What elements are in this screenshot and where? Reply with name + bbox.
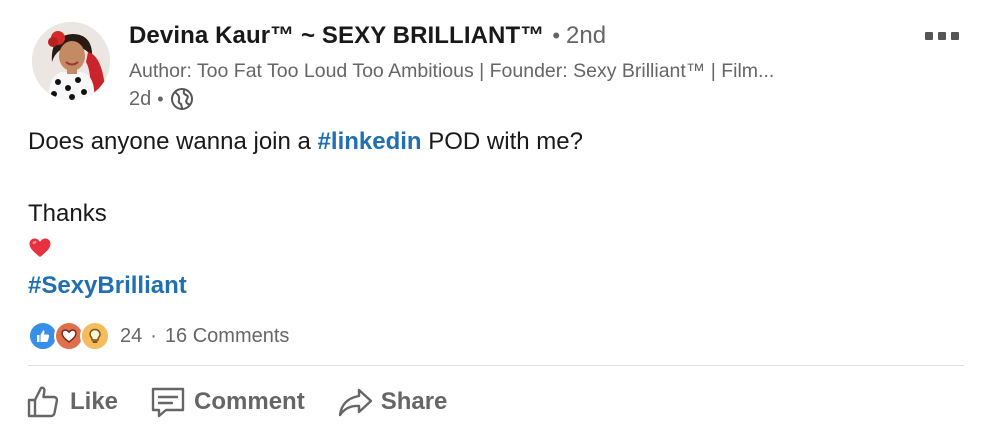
share-label: Share [380,388,448,415]
author-name[interactable]: Devina Kaur™ ~ SEXY BRILLIANT™ [129,22,544,50]
social-counts: 24 · 16 Comments [28,320,289,352]
insightful-reaction-icon [80,321,110,351]
like-label: Like [70,388,119,415]
author-headline: Author: Too Fat Too Loud Too Ambitious |… [129,60,775,82]
reaction-count[interactable]: 24 [120,325,142,348]
body-text-suffix: POD with me? [421,128,583,155]
hashtag-linkedin[interactable]: #linkedin [318,128,422,155]
body-blank-line [28,160,958,196]
connection-degree: 2nd [566,22,607,49]
feed-post: Devina Kaur™ ~ SEXY BRILLIANT™ • 2nd Aut… [0,0,990,436]
author-avatar[interactable] [32,22,110,100]
body-emoji-line [28,232,958,268]
red-heart-emoji [29,238,51,257]
like-button[interactable]: Like [24,382,118,422]
globe-icon [170,88,193,110]
comment-label: Comment [194,388,305,415]
body-line-1: Does anyone wanna join a #linkedin POD w… [28,124,958,160]
thumbs-up-icon [27,386,59,418]
divider [28,365,964,366]
counts-separator: · [150,324,157,347]
body-thanks: Thanks [28,200,107,227]
counts-text: 24 · 16 Comments [120,325,289,348]
comments-count[interactable]: 16 Comments [165,325,290,348]
hashtag-sexybrilliant[interactable]: #SexyBrilliant [28,272,187,299]
share-arrow-icon [338,388,372,417]
post-body: Does anyone wanna join a #linkedin POD w… [28,124,958,304]
post-meta: 2d • [129,86,929,112]
ellipsis-dot-icon [951,32,959,40]
body-hashtag-line: #SexyBrilliant [28,268,958,304]
post-actions: Like Comment Share [24,376,477,428]
name-line: Devina Kaur™ ~ SEXY BRILLIANT™ • 2nd [129,22,929,54]
comment-icon [151,387,185,418]
reactions-summary[interactable] [28,321,110,351]
post-time[interactable]: 2d [129,88,151,111]
body-text-prefix: Does anyone wanna join a [28,128,318,155]
name-separator: • [552,23,561,48]
ellipsis-dot-icon [925,32,933,40]
comment-button[interactable]: Comment [148,382,305,422]
ellipsis-dot-icon [938,32,946,40]
more-options-button[interactable] [920,26,964,46]
share-button[interactable]: Share [335,382,448,422]
avatar-photo [32,22,110,100]
actor-info: Devina Kaur™ ~ SEXY BRILLIANT™ • 2nd Aut… [129,22,929,112]
meta-separator: • [157,88,164,109]
